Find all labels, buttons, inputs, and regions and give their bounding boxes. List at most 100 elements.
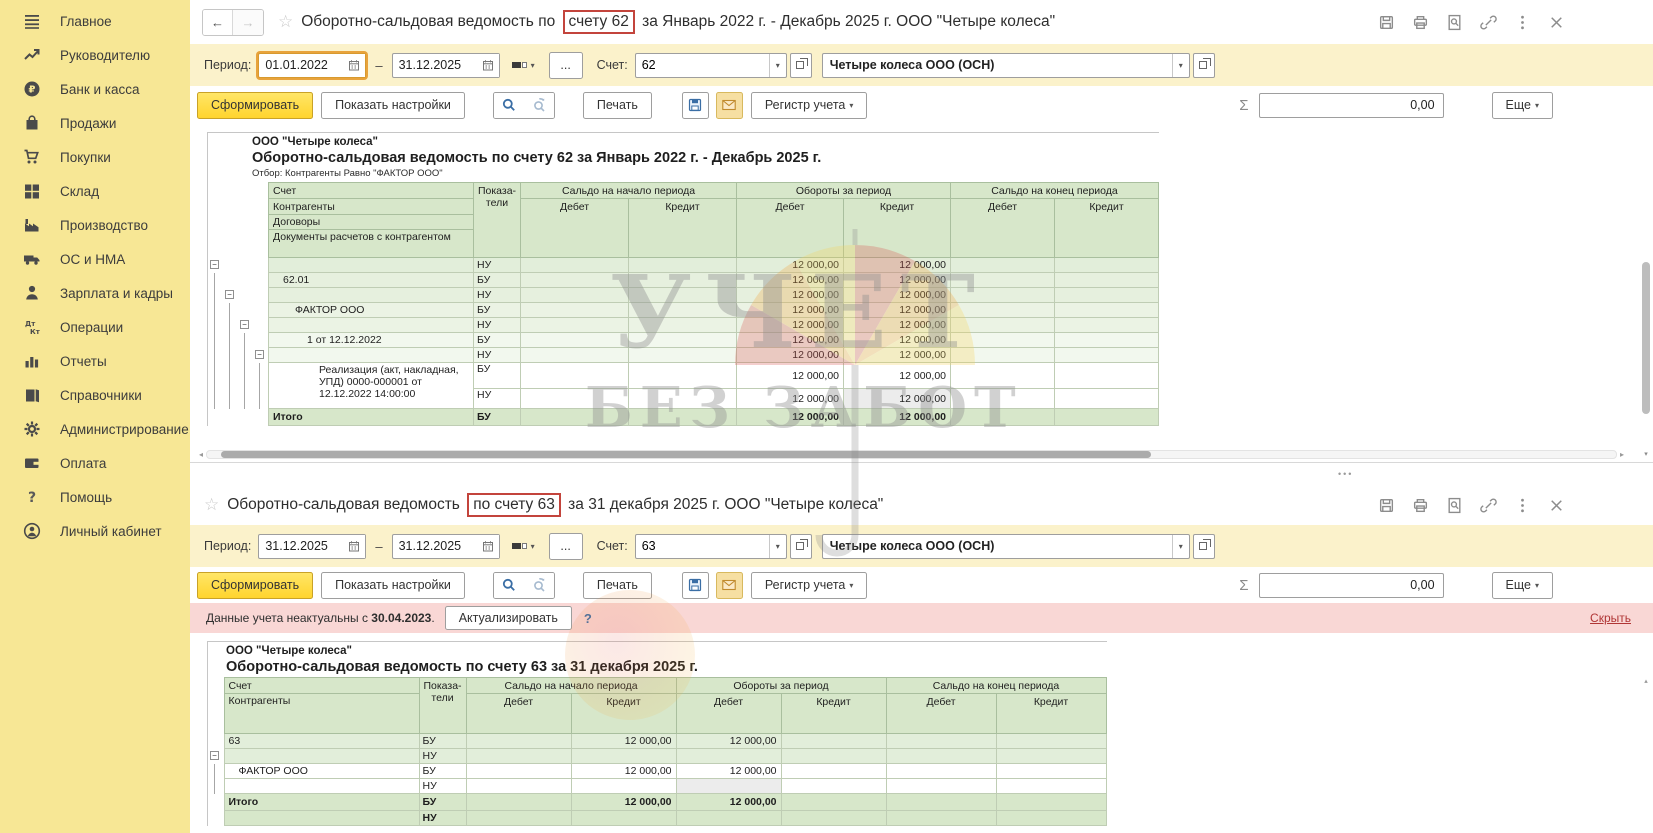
help-link[interactable]: ?	[584, 611, 592, 626]
sidebar-item-bank-i-kassa[interactable]: ₽ Банк и касса	[0, 72, 190, 106]
more-button[interactable]: Еще▾	[1492, 572, 1553, 599]
print-icon[interactable]	[1412, 497, 1429, 514]
caret-down-icon[interactable]: ▾	[769, 54, 786, 77]
table-row[interactable]: −НУ	[208, 749, 1106, 764]
favorite-star-icon[interactable]: ☆	[204, 495, 219, 515]
sidebar-item-prodazhi[interactable]: Продажи	[0, 106, 190, 140]
caret-down-icon[interactable]: ▾	[769, 535, 786, 558]
collapse-icon[interactable]: −	[210, 260, 219, 269]
calendar-icon[interactable]	[343, 535, 365, 558]
forward-button[interactable]: →	[233, 10, 263, 35]
vertical-scrollbar[interactable]: ▾	[1641, 128, 1651, 446]
table-row[interactable]: 63БУ12 000,0012 000,00	[208, 734, 1106, 749]
collapse-icon[interactable]: −	[210, 751, 219, 760]
scroll-left-icon[interactable]: ◂	[196, 450, 206, 459]
search-next-icon[interactable]	[524, 93, 554, 118]
save-icon[interactable]	[1378, 497, 1395, 514]
ellipsis-button[interactable]: ...	[549, 533, 583, 560]
period-preset-button[interactable]: ▾	[508, 53, 539, 78]
table-row[interactable]: −НУ12 000,0012 000,00	[208, 288, 1159, 303]
selected-cell[interactable]: 12 000,00	[844, 389, 951, 409]
more-vertical-icon[interactable]	[1514, 14, 1531, 31]
caret-down-icon[interactable]: ▾	[1172, 535, 1189, 558]
table-row[interactable]: Реализация (акт, накладная, УПД) 0000-00…	[208, 363, 1159, 389]
scrollbar-track[interactable]	[206, 450, 1617, 459]
organization-combo[interactable]: Четыре колеса ООО (ОСН) ▾	[822, 534, 1190, 559]
ellipsis-button[interactable]: ...	[549, 52, 583, 79]
scrollbar-thumb[interactable]	[1642, 262, 1650, 415]
sidebar-item-oplata[interactable]: Оплата	[0, 446, 190, 480]
sidebar-item-rukovoditelyu[interactable]: Руководителю	[0, 38, 190, 72]
open-organization-icon[interactable]	[1193, 534, 1215, 559]
sidebar-item-glavnoe[interactable]: Главное	[0, 4, 190, 38]
sidebar-item-proizvodstvo[interactable]: Производство	[0, 208, 190, 242]
calendar-icon[interactable]	[343, 54, 365, 77]
email-icon[interactable]	[716, 92, 743, 119]
open-account-icon[interactable]	[790, 534, 812, 559]
account-input[interactable]	[636, 55, 769, 76]
print-button[interactable]: Печать	[583, 572, 652, 599]
calendar-icon[interactable]	[477, 535, 499, 558]
sidebar-item-zarplata-i-kadry[interactable]: Зарплата и кадры	[0, 276, 190, 310]
save-icon[interactable]	[1378, 14, 1395, 31]
more-vertical-icon[interactable]	[1514, 497, 1531, 514]
total-row[interactable]: НУ	[208, 811, 1106, 826]
sum-input[interactable]	[1259, 93, 1444, 118]
period-preset-button[interactable]: ▾	[508, 534, 539, 559]
sidebar-item-lichnyj-kabinet[interactable]: Личный кабинет	[0, 514, 190, 548]
calendar-icon[interactable]	[477, 54, 499, 77]
print-preview-icon[interactable]	[1446, 497, 1463, 514]
scroll-up-icon[interactable]: ▴	[1641, 677, 1651, 685]
get-link-icon[interactable]	[1480, 14, 1497, 31]
search-icon[interactable]	[494, 573, 524, 598]
table-row[interactable]: НУ	[208, 779, 1106, 794]
period-to-input[interactable]	[393, 55, 477, 76]
search-next-icon[interactable]	[524, 573, 554, 598]
print-button[interactable]: Печать	[583, 92, 652, 119]
sidebar-item-pokupki[interactable]: Покупки	[0, 140, 190, 174]
search-icon[interactable]	[494, 93, 524, 118]
open-organization-icon[interactable]	[1193, 53, 1215, 78]
table-row[interactable]: 62.01БУ12 000,0012 000,00	[208, 273, 1159, 288]
open-account-icon[interactable]	[790, 53, 812, 78]
period-from-input[interactable]	[259, 536, 343, 557]
hide-link[interactable]: Скрыть	[1590, 611, 1631, 625]
actualize-button[interactable]: Актуализировать	[445, 606, 572, 630]
selected-cell[interactable]	[676, 779, 781, 794]
table-row[interactable]: −НУ12 000,0012 000,00	[208, 258, 1159, 273]
show-settings-button[interactable]: Показать настройки	[321, 92, 465, 119]
save-report-icon[interactable]	[682, 92, 709, 119]
caret-down-icon[interactable]: ▾	[1172, 54, 1189, 77]
horizontal-scrollbar[interactable]: ◂▸	[196, 449, 1627, 460]
back-button[interactable]: ←	[203, 10, 233, 35]
sidebar-item-sklad[interactable]: Склад	[0, 174, 190, 208]
total-row[interactable]: ИтогоБУ12 000,0012 000,00	[208, 409, 1159, 426]
print-icon[interactable]	[1412, 14, 1429, 31]
vertical-scrollbar[interactable]: ▴	[1641, 677, 1651, 831]
period-from-input[interactable]	[259, 55, 343, 76]
scroll-right-icon[interactable]: ▸	[1617, 450, 1627, 459]
table-row[interactable]: ФАКТОР ОООБУ12 000,0012 000,00	[208, 303, 1159, 318]
table-row[interactable]: −НУ12 000,0012 000,00	[208, 348, 1159, 363]
sidebar-item-os-i-nma[interactable]: ОС и НМА	[0, 242, 190, 276]
favorite-star-icon[interactable]: ☆	[278, 12, 293, 32]
sidebar-item-administrirovanie[interactable]: Администрирование	[0, 412, 190, 446]
register-button[interactable]: Регистр учета▾	[751, 92, 868, 119]
sum-input[interactable]	[1259, 573, 1444, 598]
account-input[interactable]	[636, 536, 769, 557]
sidebar-item-spravochniki[interactable]: Справочники	[0, 378, 190, 412]
collapse-icon[interactable]: −	[240, 320, 249, 329]
show-settings-button[interactable]: Показать настройки	[321, 572, 465, 599]
generate-button[interactable]: Сформировать	[197, 92, 313, 119]
scrollbar-thumb[interactable]	[221, 451, 1151, 458]
close-icon[interactable]	[1548, 14, 1565, 31]
get-link-icon[interactable]	[1480, 497, 1497, 514]
sidebar-item-otchety[interactable]: Отчеты	[0, 344, 190, 378]
register-button[interactable]: Регистр учета▾	[751, 572, 868, 599]
table-row[interactable]: −НУ12 000,0012 000,00	[208, 318, 1159, 333]
panel-splitter[interactable]: •••	[190, 462, 1653, 485]
collapse-icon[interactable]: −	[255, 350, 264, 359]
sidebar-item-pomosch[interactable]: ? Помощь	[0, 480, 190, 514]
more-button[interactable]: Еще▾	[1492, 92, 1553, 119]
save-report-icon[interactable]	[682, 572, 709, 599]
